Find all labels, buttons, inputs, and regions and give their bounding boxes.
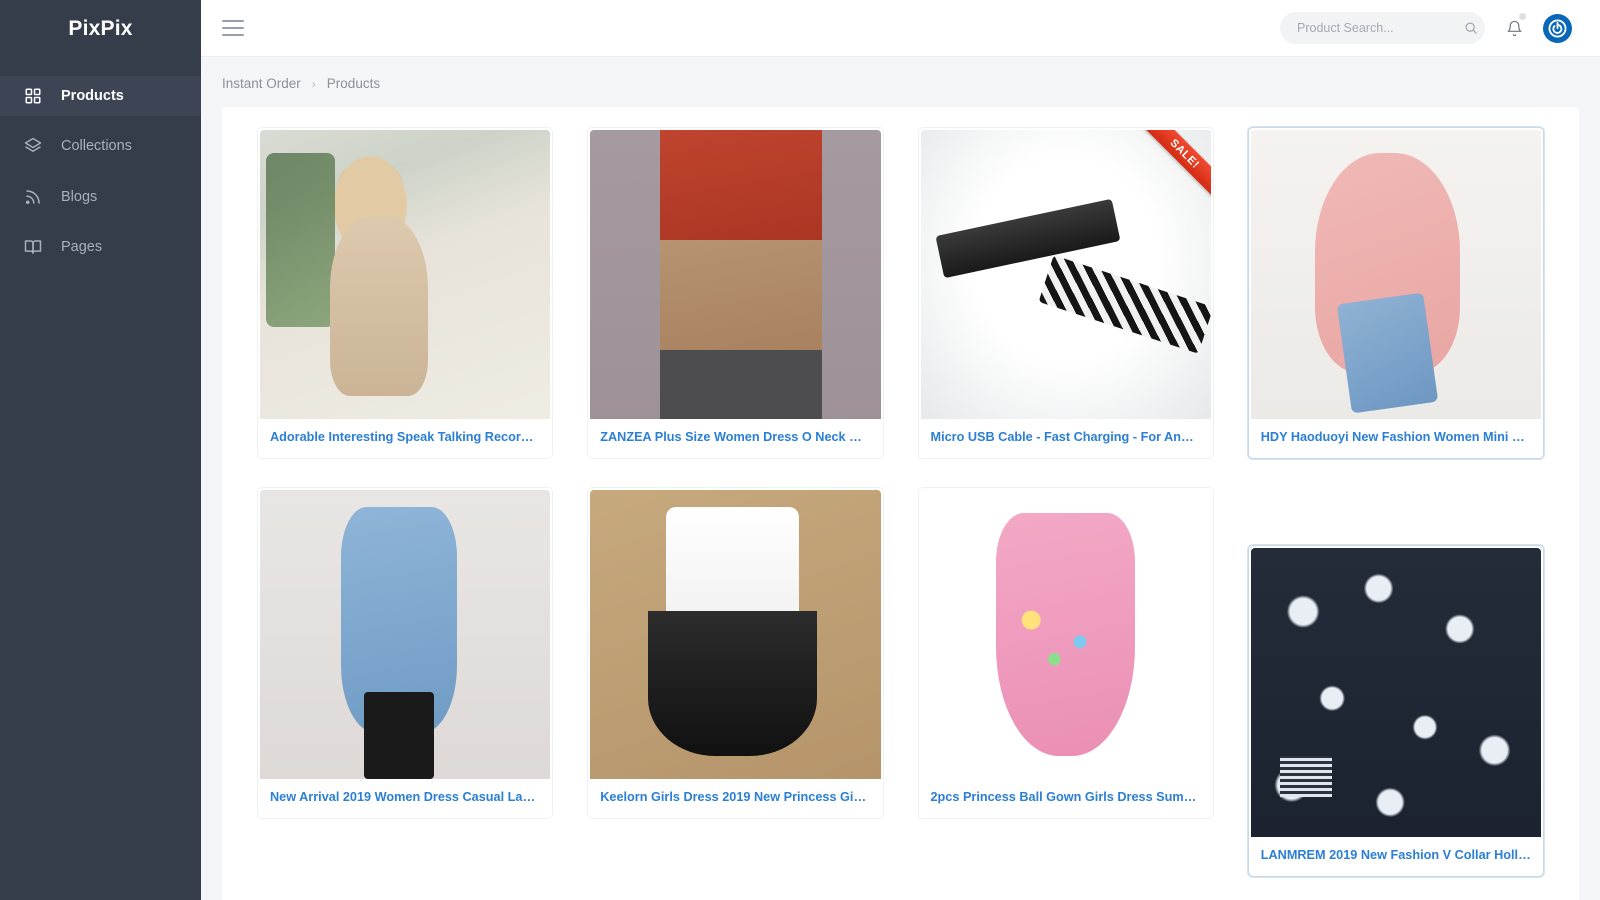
app-root: PixPix Products Collections Blogs Pages … xyxy=(0,0,1600,900)
main-area: Instant Order › Products Adorable Intere… xyxy=(201,0,1600,900)
sidebar-nav: Products Collections Blogs Pages xyxy=(0,76,201,267)
nav-gap xyxy=(0,166,201,177)
product-card[interactable]: HDY Haoduoyi New Fashion Women Mini Dres… xyxy=(1247,127,1544,459)
hamburger-bar xyxy=(222,20,244,23)
product-card[interactable]: LANMREM 2019 New Fashion V Collar Hollou… xyxy=(1247,544,1544,877)
notification-badge xyxy=(1519,13,1526,20)
brand-logo[interactable]: PixPix xyxy=(0,0,201,57)
product-thumbnail[interactable] xyxy=(260,489,551,779)
breadcrumb-item-products[interactable]: Products xyxy=(327,76,380,91)
product-cell: New Arrival 2019 Women Dress Casual Lape… xyxy=(240,486,570,847)
sidebar-item-collections[interactable]: Collections xyxy=(0,127,201,167)
sidebar-item-products[interactable]: Products xyxy=(0,76,201,116)
product-image xyxy=(1250,130,1541,419)
product-thumbnail[interactable] xyxy=(260,130,551,419)
product-image-detail xyxy=(659,349,823,419)
product-cell: SALE! Micro USB Cable - Fast Charging - F… xyxy=(901,127,1231,487)
product-image xyxy=(920,130,1211,419)
rss-icon xyxy=(24,188,42,206)
product-title-link[interactable]: Adorable Interesting Speak Talking Recor… xyxy=(260,419,550,458)
hamburger-icon[interactable] xyxy=(222,20,244,36)
product-cell: Adorable Interesting Speak Talking Recor… xyxy=(240,127,570,487)
product-title-link[interactable]: ZANZEA Plus Size Women Dress O Neck Mid … xyxy=(590,419,880,458)
user-logo-icon xyxy=(1547,18,1568,39)
grid-icon xyxy=(24,87,42,105)
sidebar: PixPix Products Collections Blogs Pages xyxy=(0,0,201,900)
product-thumbnail[interactable] xyxy=(920,489,1211,779)
product-image xyxy=(260,489,551,779)
product-title-link[interactable]: New Arrival 2019 Women Dress Casual Lape… xyxy=(260,779,550,818)
avatar[interactable] xyxy=(1543,13,1572,43)
product-card[interactable]: Adorable Interesting Speak Talking Recor… xyxy=(257,127,554,459)
nav-gap xyxy=(0,217,201,228)
product-card[interactable]: SALE! Micro USB Cable - Fast Charging - F… xyxy=(917,127,1214,459)
notifications-button[interactable] xyxy=(1503,13,1526,40)
brand-name: PixPix xyxy=(68,16,133,40)
product-card[interactable]: New Arrival 2019 Women Dress Casual Lape… xyxy=(257,486,554,819)
sidebar-item-label: Pages xyxy=(61,239,103,256)
breadcrumb: Instant Order › Products xyxy=(201,57,1600,91)
product-thumbnail[interactable]: SALE! xyxy=(920,130,1211,419)
product-card[interactable]: 2pcs Princess Ball Gown Girls Dress Summ… xyxy=(917,486,1214,819)
product-cell: Keelorn Girls Dress 2019 New Princess Gi… xyxy=(570,486,900,847)
sidebar-item-pages[interactable]: Pages xyxy=(0,228,201,268)
sidebar-item-blogs[interactable]: Blogs xyxy=(0,177,201,217)
bell-icon xyxy=(1506,19,1523,38)
book-open-icon xyxy=(24,238,42,256)
product-image xyxy=(590,489,881,779)
product-cell: LANMREM 2019 New Fashion V Collar Hollou… xyxy=(1231,487,1561,900)
product-image xyxy=(920,489,1211,779)
product-image xyxy=(1250,547,1541,837)
chevron-right-icon: › xyxy=(311,76,316,91)
product-card[interactable]: ZANZEA Plus Size Women Dress O Neck Mid … xyxy=(587,127,884,459)
product-thumbnail[interactable] xyxy=(1250,547,1541,837)
product-cell: 2pcs Princess Ball Gown Girls Dress Summ… xyxy=(901,486,1231,847)
product-title-link[interactable]: 2pcs Princess Ball Gown Girls Dress Summ… xyxy=(921,779,1211,818)
sidebar-item-label: Blogs xyxy=(61,188,98,205)
product-cell: ZANZEA Plus Size Women Dress O Neck Mid … xyxy=(570,127,900,487)
layers-icon xyxy=(24,137,42,155)
product-grid: Adorable Interesting Speak Talking Recor… xyxy=(240,127,1561,900)
search-input[interactable] xyxy=(1297,21,1458,35)
product-title-link[interactable]: Keelorn Girls Dress 2019 New Princess Gi… xyxy=(590,779,880,818)
search-box[interactable] xyxy=(1280,12,1485,44)
product-thumbnail[interactable] xyxy=(590,489,881,779)
breadcrumb-item-instant-order[interactable]: Instant Order xyxy=(222,76,301,91)
nav-gap xyxy=(0,116,201,127)
product-title-link[interactable]: HDY Haoduoyi New Fashion Women Mini Dres… xyxy=(1251,419,1541,458)
products-panel: Adorable Interesting Speak Talking Recor… xyxy=(222,107,1579,900)
sidebar-item-label: Collections xyxy=(61,138,132,155)
topbar xyxy=(201,0,1600,57)
sidebar-item-label: Products xyxy=(61,87,124,104)
search-icon[interactable] xyxy=(1464,21,1478,35)
product-title-link[interactable]: Micro USB Cable - Fast Charging - For An… xyxy=(921,419,1211,458)
content-area: Instant Order › Products Adorable Intere… xyxy=(201,57,1600,900)
product-card[interactable]: Keelorn Girls Dress 2019 New Princess Gi… xyxy=(587,486,884,819)
topbar-actions xyxy=(1280,12,1572,44)
product-thumbnail[interactable] xyxy=(1250,130,1541,419)
hamburger-bar xyxy=(222,26,244,30)
product-image xyxy=(260,130,551,419)
product-thumbnail[interactable] xyxy=(590,130,881,419)
product-title-link[interactable]: LANMREM 2019 New Fashion V Collar Hollou… xyxy=(1251,837,1541,876)
hamburger-bar xyxy=(222,33,244,36)
product-cell: HDY Haoduoyi New Fashion Women Mini Dres… xyxy=(1231,127,1561,487)
